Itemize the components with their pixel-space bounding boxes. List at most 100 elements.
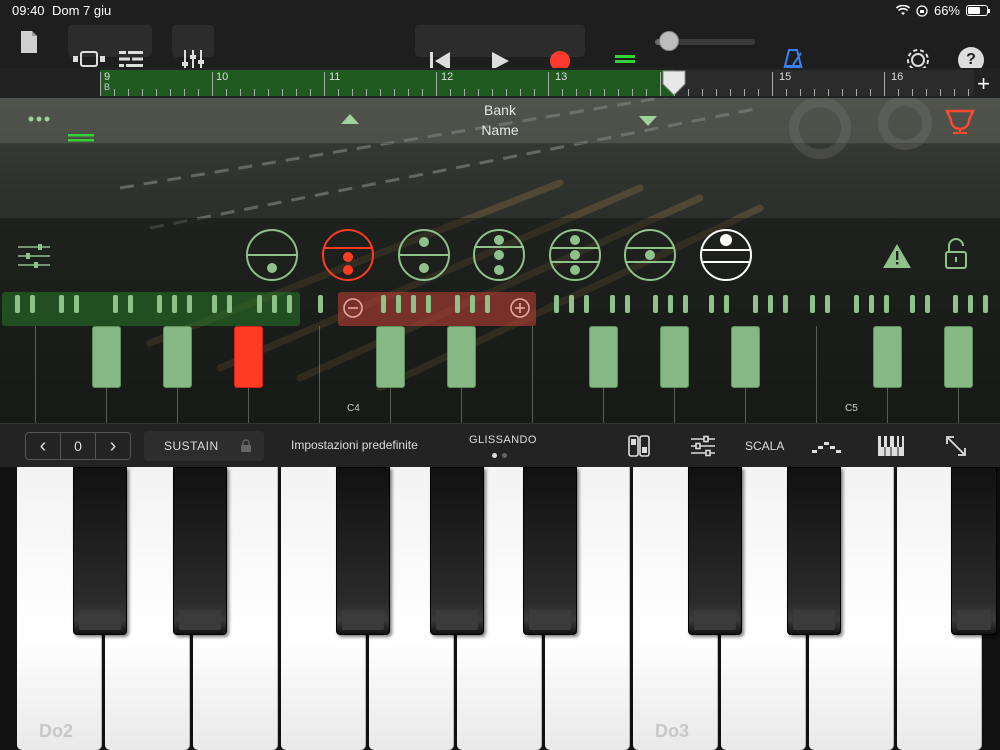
ruler-tick bbox=[394, 89, 395, 96]
bar-number: 12 bbox=[441, 71, 454, 83]
bank-up-icon[interactable] bbox=[340, 113, 360, 125]
pattern-button-4[interactable] bbox=[472, 228, 526, 282]
volume-knob[interactable] bbox=[659, 31, 679, 51]
chord-key[interactable] bbox=[92, 326, 121, 388]
ruler-tick bbox=[702, 89, 703, 96]
octave-down-button[interactable]: ‹ bbox=[26, 433, 61, 459]
ruler-tick bbox=[142, 89, 143, 96]
chord-key[interactable] bbox=[376, 326, 405, 388]
wifi-icon bbox=[895, 5, 910, 15]
document-icon[interactable] bbox=[16, 28, 42, 56]
strum-mark bbox=[925, 295, 930, 313]
ruler-tick bbox=[576, 89, 577, 96]
ruler-tick bbox=[856, 89, 857, 96]
more-icon[interactable] bbox=[28, 116, 50, 122]
pattern-button-2[interactable] bbox=[321, 228, 375, 282]
ruler-tick bbox=[310, 89, 311, 96]
strum-mark bbox=[74, 295, 79, 313]
octave-up-button[interactable]: › bbox=[96, 433, 130, 459]
ruler-tick bbox=[296, 89, 297, 96]
strum-mark bbox=[272, 295, 277, 313]
sustain-button[interactable]: SUSTAIN bbox=[144, 431, 264, 461]
glissando-label[interactable]: GLISSANDO bbox=[469, 434, 537, 446]
ruler-tick bbox=[604, 89, 605, 96]
ruler-tick bbox=[940, 89, 941, 96]
ruler-tick bbox=[450, 89, 451, 96]
strum-marks-row[interactable] bbox=[0, 290, 1000, 326]
ruler-tick bbox=[422, 89, 423, 96]
pattern-button-1[interactable] bbox=[245, 228, 299, 282]
add-section-button[interactable]: + bbox=[977, 71, 990, 97]
page-dots[interactable] bbox=[492, 453, 507, 458]
lock-icon[interactable] bbox=[944, 238, 968, 270]
harp-instrument-icon[interactable] bbox=[945, 108, 975, 134]
ruler-tick bbox=[800, 89, 801, 96]
chord-key[interactable] bbox=[589, 326, 618, 388]
sliders-icon[interactable] bbox=[18, 243, 50, 269]
black-key[interactable] bbox=[787, 467, 841, 635]
key-guide-line bbox=[532, 326, 533, 423]
arpeggiator-icon[interactable] bbox=[812, 437, 842, 455]
sustain-lock-icon[interactable] bbox=[240, 439, 252, 453]
black-key[interactable] bbox=[336, 467, 390, 635]
chord-key[interactable] bbox=[731, 326, 760, 388]
warning-icon[interactable] bbox=[882, 243, 912, 269]
ruler-tick bbox=[282, 89, 283, 96]
strum-mark bbox=[318, 295, 323, 313]
ruler-tick bbox=[618, 89, 619, 96]
chord-key[interactable] bbox=[944, 326, 973, 388]
chord-key[interactable] bbox=[163, 326, 192, 388]
bank-bar: Bank Name bbox=[0, 98, 1000, 144]
pattern-button-7[interactable] bbox=[699, 228, 753, 282]
octave-stepper: ‹ 0 › bbox=[25, 432, 131, 460]
ruler-tick bbox=[954, 89, 955, 96]
black-key[interactable] bbox=[173, 467, 227, 635]
key-guide-line bbox=[319, 326, 320, 423]
black-key[interactable] bbox=[688, 467, 742, 635]
bar-sub-label: B bbox=[104, 82, 111, 92]
black-key[interactable] bbox=[523, 467, 577, 635]
keyboard-layout-icon[interactable] bbox=[628, 435, 650, 457]
orientation-lock-icon bbox=[916, 4, 928, 17]
keyboard-icon[interactable] bbox=[877, 435, 905, 457]
strum-mark bbox=[227, 295, 232, 313]
expand-icon[interactable] bbox=[944, 434, 968, 458]
pattern-button-6[interactable] bbox=[623, 228, 677, 282]
black-key[interactable] bbox=[73, 467, 127, 635]
pattern-button-5[interactable] bbox=[548, 228, 602, 282]
chord-key[interactable] bbox=[660, 326, 689, 388]
ruler-tick bbox=[716, 89, 717, 96]
strum-mark bbox=[381, 295, 386, 313]
chord-key[interactable] bbox=[873, 326, 902, 388]
chord-key-active[interactable] bbox=[234, 326, 263, 388]
key-guide-line bbox=[35, 326, 36, 423]
ruler-tick bbox=[548, 72, 549, 96]
black-key[interactable] bbox=[430, 467, 484, 635]
strum-mark bbox=[610, 295, 615, 313]
playhead[interactable] bbox=[662, 70, 686, 96]
preset-label[interactable]: Impostazioni predefinite bbox=[291, 438, 418, 452]
ruler-tick bbox=[786, 89, 787, 96]
ruler-tick bbox=[478, 89, 479, 96]
bank-down-icon[interactable] bbox=[638, 115, 658, 127]
strum-mark bbox=[625, 295, 630, 313]
strum-mark bbox=[257, 295, 262, 313]
key-label-do2: Do2 bbox=[39, 721, 74, 741]
chord-key[interactable] bbox=[447, 326, 476, 388]
instrument-area: Bank Name C4 C5 bbox=[0, 98, 1000, 423]
scale-label[interactable]: SCALA bbox=[745, 439, 784, 453]
ruler-tick bbox=[926, 89, 927, 96]
ruler-tick bbox=[184, 89, 185, 96]
ruler-tick bbox=[170, 89, 171, 96]
track-level-icon bbox=[68, 134, 94, 142]
keyboard-settings-icon[interactable] bbox=[691, 435, 715, 457]
black-key[interactable] bbox=[951, 467, 997, 635]
strum-mark bbox=[668, 295, 673, 313]
ruler-tick bbox=[226, 89, 227, 96]
zoom-out-icon[interactable] bbox=[342, 297, 364, 319]
ruler-tick bbox=[520, 89, 521, 96]
level-meter-icon bbox=[615, 53, 635, 65]
pattern-button-3[interactable] bbox=[397, 228, 451, 282]
timeline-ruler[interactable]: 9 B 10 11 12 13 14 15 16 bbox=[0, 68, 1000, 98]
zoom-in-icon[interactable] bbox=[509, 297, 531, 319]
